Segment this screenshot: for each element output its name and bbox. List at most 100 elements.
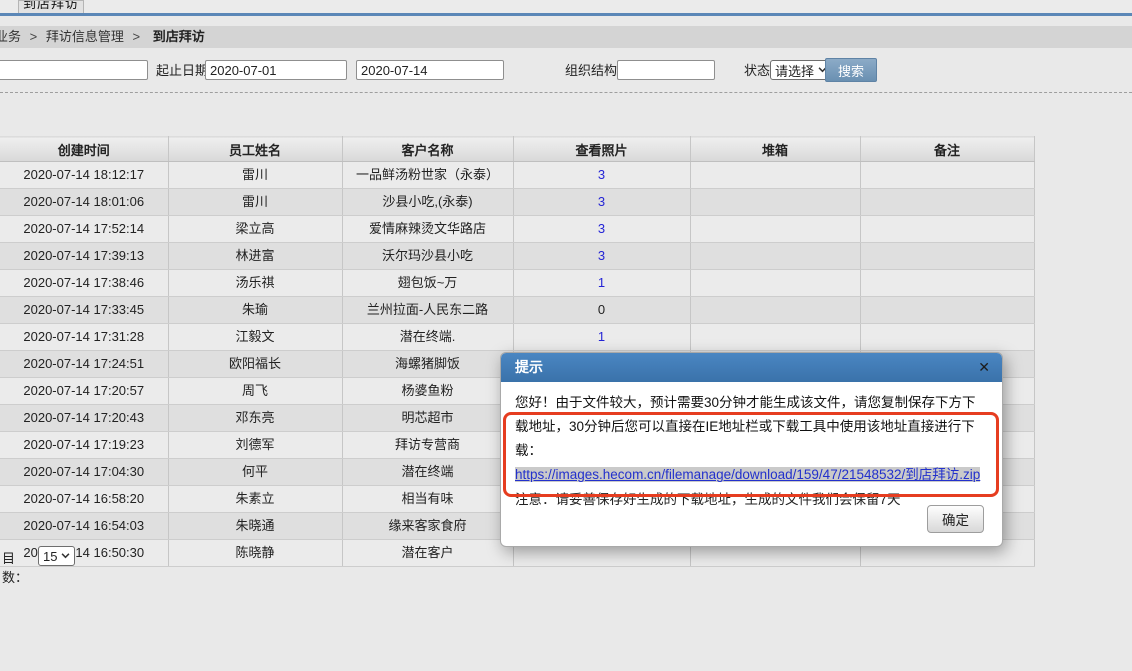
view-photos-cell: 3 [513,216,690,243]
customer-cell: 潜在终端 [342,459,513,486]
breadcrumb-current: 到店拜访 [153,29,205,44]
remark-cell [860,297,1034,324]
column-header: 备注 [860,137,1034,162]
view-photos-cell: 3 [513,243,690,270]
stack-box-cell [690,270,860,297]
date-to-input[interactable] [356,60,504,80]
view-photos-link[interactable]: 1 [598,275,605,290]
breadcrumb: 业务 > 拜访信息管理 > 到店拜访 [0,26,1132,48]
column-header: 员工姓名 [168,137,342,162]
employee-cell: 雷川 [168,162,342,189]
create-time-cell: 2020-07-14 17:39:13 [0,243,168,270]
org-label: 组织结构 [565,58,617,84]
page-size-select[interactable]: 15 [38,546,75,566]
date-from-input[interactable] [205,60,347,80]
customer-cell: 爱情麻辣烫文华路店 [342,216,513,243]
employee-cell: 江毅文 [168,324,342,351]
table-row: 2020-07-14 18:01:06雷川沙县小吃,(永泰) 3 [0,189,1034,216]
create-time-cell: 2020-07-14 18:12:17 [0,162,168,189]
column-header: 创建时间 [0,137,168,162]
employee-cell: 刘德军 [168,432,342,459]
breadcrumb-item[interactable]: 拜访信息管理 [46,29,124,44]
customer-cell: 一品鲜汤粉世家（永泰） [342,162,513,189]
dialog-note: 注意：请妥善保存好生成的下载地址，生成的文件我们会保留7天 [515,491,988,506]
page-size-label: 目数： [2,548,28,586]
view-photos-link[interactable]: 3 [598,167,605,182]
create-time-cell: 2020-07-14 17:20:57 [0,378,168,405]
stack-box-cell [690,216,860,243]
employee-cell: 周飞 [168,378,342,405]
view-photos-cell: 0 [513,297,690,324]
create-time-cell: 2020-07-14 17:24:51 [0,351,168,378]
view-photos-link[interactable]: 3 [598,194,605,209]
breadcrumb-separator: > [30,29,38,44]
module-tab[interactable]: 到店拜访 [18,0,84,13]
customer-cell: 翅包饭~万 [342,270,513,297]
chevron-down-icon [61,553,70,559]
stack-box-cell [690,162,860,189]
photo-count: 0 [598,302,605,317]
view-photos-cell: 1 [513,324,690,351]
remark-cell [860,270,1034,297]
create-time-cell: 2020-07-14 17:31:28 [0,324,168,351]
view-photos-link[interactable]: 3 [598,221,605,236]
customer-cell: 潜在终端. [342,324,513,351]
customer-cell: 相当有味 [342,486,513,513]
status-select-value: 请选择 [775,61,814,80]
stack-box-cell [690,324,860,351]
ok-button[interactable]: 确定 [927,505,984,533]
table-header-row: 创建时间员工姓名客户名称查看照片堆箱备注 [0,137,1034,162]
view-photos-cell: 3 [513,162,690,189]
dialog-header: 提示 ✕ [501,353,1002,382]
customer-cell: 沙县小吃,(永泰) [342,189,513,216]
customer-cell: 明芯超市 [342,405,513,432]
create-time-cell: 2020-07-14 17:19:23 [0,432,168,459]
dashed-divider [0,92,1132,93]
breadcrumb-separator: > [133,29,141,44]
download-link[interactable]: https://images.hecom.cn/filemanage/downl… [515,467,980,482]
employee-cell: 雷川 [168,189,342,216]
status-select[interactable]: 请选择 [770,60,832,80]
column-header: 查看照片 [513,137,690,162]
view-photos-link[interactable]: 3 [598,248,605,263]
view-photos-cell: 1 [513,270,690,297]
table-row: 2020-07-14 17:31:28江毅文潜在终端. 1 [0,324,1034,351]
page-size-value: 15 [43,549,57,564]
search-button[interactable]: 搜索 [825,58,877,82]
breadcrumb-item[interactable]: 业务 [0,29,21,44]
table-row: 2020-07-14 17:38:46汤乐祺翅包饭~万1 [0,270,1034,297]
notice-dialog: 提示 ✕ 您好！由于文件较大，预计需要30分钟才能生成该文件，请您复制保存下方下… [500,352,1003,547]
create-time-cell: 2020-07-14 17:52:14 [0,216,168,243]
create-time-cell: 2020-07-14 18:01:06 [0,189,168,216]
customer-cell: 缘来客家食府 [342,513,513,540]
table-row: 2020-07-14 17:33:45朱瑜兰州拉面-人民东二路0 [0,297,1034,324]
employee-cell: 汤乐祺 [168,270,342,297]
stack-box-cell [690,243,860,270]
page: 到店拜访 业务 > 拜访信息管理 > 到店拜访 起止日期 组织结构 状态 请选择… [0,0,1132,671]
employee-cell: 林进富 [168,243,342,270]
keyword-input[interactable] [0,60,148,80]
employee-cell: 朱素立 [168,486,342,513]
column-header: 堆箱 [690,137,860,162]
employee-cell: 梁立高 [168,216,342,243]
create-time-cell: 2020-07-14 17:04:30 [0,459,168,486]
customer-cell: 杨婆鱼粉 [342,378,513,405]
remark-cell [860,243,1034,270]
employee-cell: 朱瑜 [168,297,342,324]
remark-cell [860,189,1034,216]
customer-cell: 兰州拉面-人民东二路 [342,297,513,324]
dialog-title: 提示 [515,353,543,382]
column-header: 客户名称 [342,137,513,162]
create-time-cell: 2020-07-14 16:54:03 [0,513,168,540]
view-photos-link[interactable]: 1 [598,329,605,344]
filter-bar: 起止日期 组织结构 状态 请选择 搜索 [0,58,1132,86]
table-row: 2020-07-14 18:12:17雷川一品鲜汤粉世家（永泰） 3 [0,162,1034,189]
org-input[interactable] [617,60,715,80]
dialog-message: 您好！由于文件较大，预计需要30分钟才能生成该文件，请您复制保存下方下载地址，3… [515,391,988,463]
view-photos-cell: 3 [513,189,690,216]
stack-box-cell [690,189,860,216]
stack-box-cell [690,297,860,324]
employee-cell: 欧阳福长 [168,351,342,378]
table-row: 2020-07-14 17:52:14梁立高爱情麻辣烫文华路店 3 [0,216,1034,243]
close-icon[interactable]: ✕ [978,353,990,382]
